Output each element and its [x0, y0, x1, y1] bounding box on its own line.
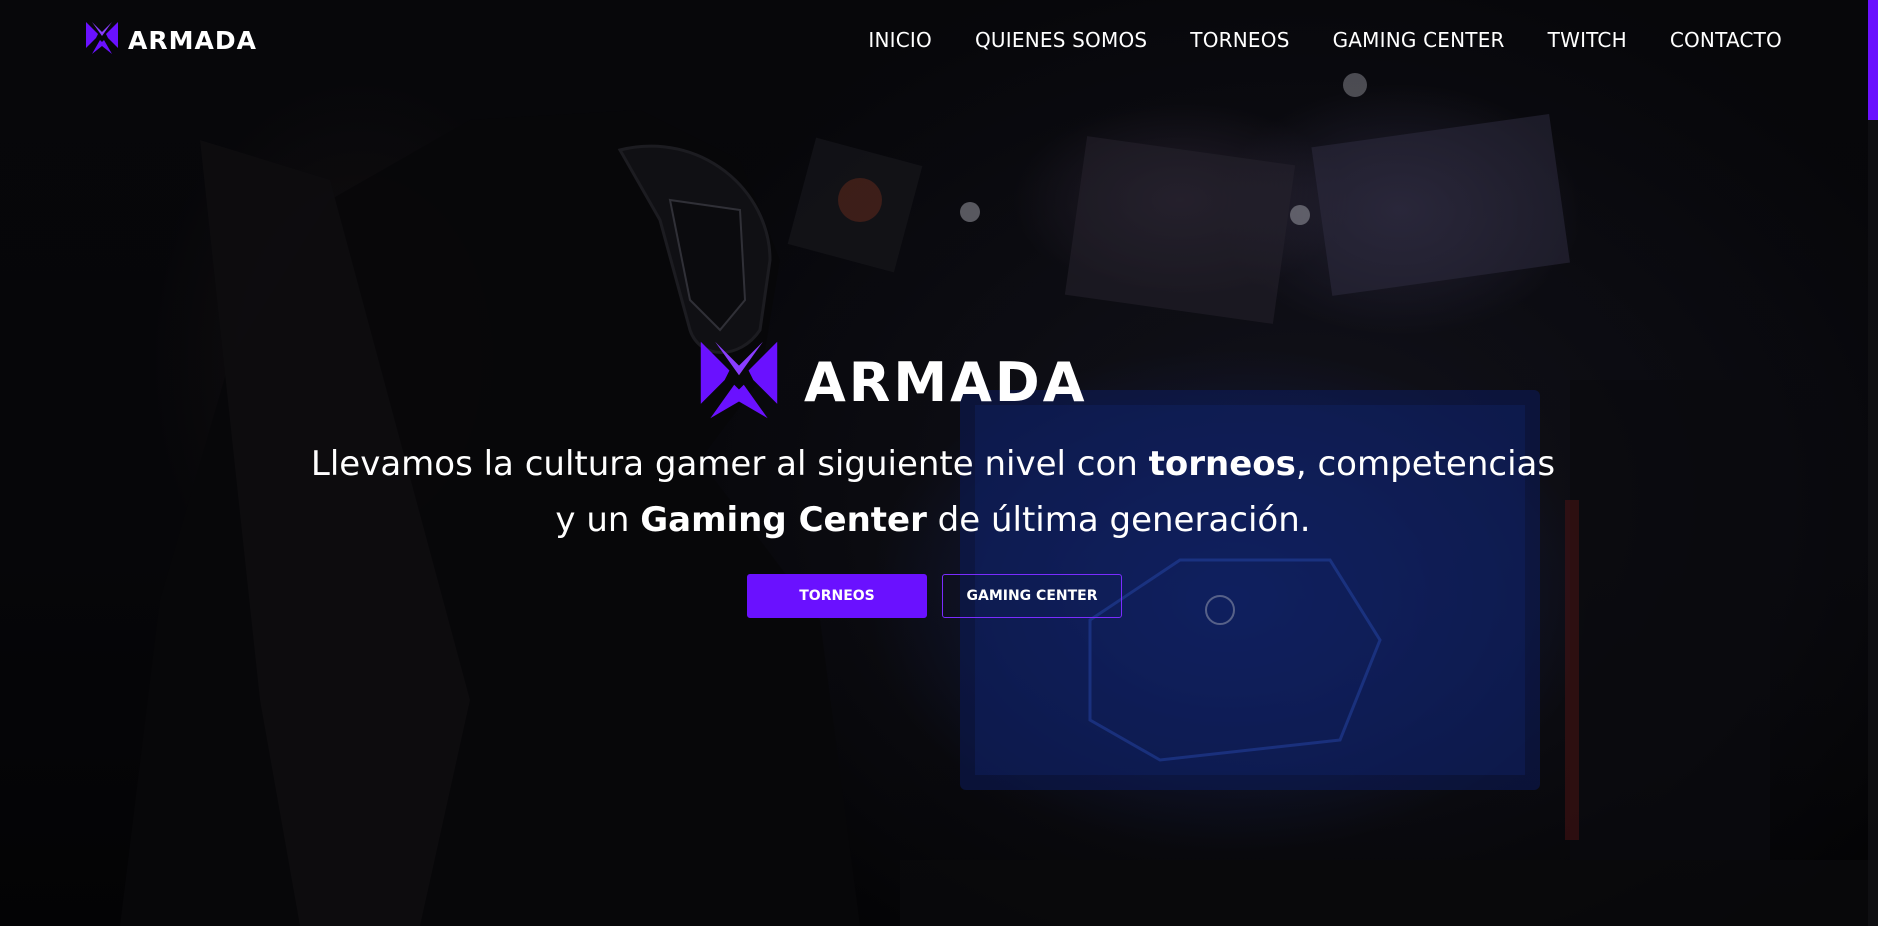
brand-logo-link[interactable]: ARMADA [84, 21, 257, 60]
nav-links: INICIO QUIENES SOMOS TORNEOS GAMING CENT… [868, 28, 1782, 52]
tagline-bold-gaming-center: Gaming Center [640, 500, 927, 540]
scrollbar-thumb[interactable] [1868, 0, 1878, 120]
nav-link-twitch[interactable]: TWITCH [1548, 28, 1627, 52]
page: ARMADA INICIO QUIENES SOMOS TORNEOS GAMI… [0, 0, 1878, 926]
page-scrollbar[interactable] [1868, 0, 1878, 926]
hero-buttons: TORNEOS GAMING CENTER [747, 574, 1122, 618]
tagline-bold-torneos: torneos [1148, 444, 1296, 484]
nav-link-inicio[interactable]: INICIO [868, 28, 932, 52]
tagline-text: Llevamos la cultura gamer al siguiente n… [310, 444, 1149, 484]
hero-logo-text: ARMADA [804, 351, 1088, 414]
hero-tagline: Llevamos la cultura gamer al siguiente n… [300, 436, 1566, 548]
torneos-button[interactable]: TORNEOS [747, 574, 927, 618]
nav-link-gaming-center[interactable]: GAMING CENTER [1333, 28, 1505, 52]
tagline-text: y un [555, 500, 641, 540]
navbar: ARMADA INICIO QUIENES SOMOS TORNEOS GAMI… [0, 0, 1878, 80]
nav-link-quienes-somos[interactable]: QUIENES SOMOS [975, 28, 1147, 52]
armada-logo-icon [84, 21, 120, 60]
tagline-text: de última generación. [926, 500, 1311, 540]
nav-link-torneos[interactable]: TORNEOS [1190, 28, 1289, 52]
nav-link-contacto[interactable]: CONTACTO [1670, 28, 1782, 52]
gaming-center-button[interactable]: GAMING CENTER [942, 574, 1122, 618]
brand-name: ARMADA [128, 25, 257, 55]
tagline-text: , competencias [1295, 444, 1556, 484]
armada-logo-icon [696, 338, 782, 427]
hero-logo: ARMADA [696, 338, 1088, 427]
